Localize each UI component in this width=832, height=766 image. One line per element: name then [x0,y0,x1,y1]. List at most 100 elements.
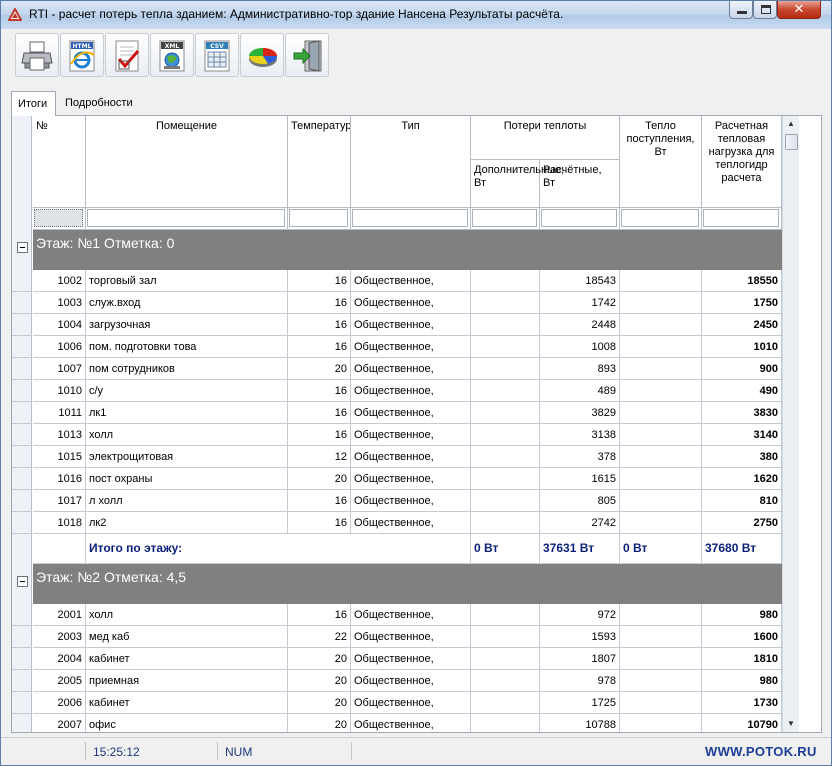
cell-type[interactable]: Общественное, [351,714,471,732]
cell-heat-gain[interactable] [620,692,702,714]
cell-calculated[interactable]: 489 [540,380,620,402]
filter-input-design-load[interactable] [703,209,779,227]
filter-input-calculated[interactable] [541,209,617,227]
cell-calculated[interactable]: 972 [540,604,620,626]
cell-design-load[interactable]: 18550 [702,270,782,292]
cell-additional[interactable] [471,648,540,670]
cell-room[interactable]: электрощитовая [86,446,288,468]
cell-type[interactable]: Общественное, [351,648,471,670]
cell-additional[interactable] [471,512,540,534]
checklist-button[interactable] [105,33,149,77]
cell-temp[interactable]: 16 [288,424,351,446]
filter-input-heat-gain[interactable] [621,209,699,227]
cell-room[interactable]: мед каб [86,626,288,648]
cell-additional[interactable] [471,604,540,626]
cell-type[interactable]: Общественное, [351,314,471,336]
cell-temp[interactable]: 16 [288,336,351,358]
cell-type[interactable]: Общественное, [351,692,471,714]
filter-cell-additional[interactable] [471,208,540,230]
maximize-button[interactable] [753,1,777,19]
exit-button[interactable] [285,33,329,77]
cell-temp[interactable]: 22 [288,626,351,648]
cell-type[interactable]: Общественное, [351,292,471,314]
cell-heat-gain[interactable] [620,604,702,626]
collapse-minus-icon[interactable] [17,242,28,253]
cell-type[interactable]: Общественное, [351,446,471,468]
cell-room[interactable]: лк2 [86,512,288,534]
cell-temp[interactable]: 20 [288,468,351,490]
cell-heat-gain[interactable] [620,648,702,670]
cell-heat-gain[interactable] [620,336,702,358]
col-header-heat-gain[interactable]: Тепло поступления, Вт [620,116,702,208]
status-website-link[interactable]: WWW.POTOK.RU [705,744,817,759]
vertical-scrollbar[interactable]: ▲ ▼ [782,116,799,732]
cell-room[interactable]: л холл [86,490,288,512]
filter-cell-num[interactable] [33,208,86,230]
cell-room[interactable]: пост охраны [86,468,288,490]
cell-num[interactable]: 2007 [33,714,86,732]
cell-num[interactable]: 1013 [33,424,86,446]
cell-additional[interactable] [471,314,540,336]
col-header-type[interactable]: Тип [351,116,471,208]
cell-design-load[interactable]: 380 [702,446,782,468]
cell-calculated[interactable]: 1615 [540,468,620,490]
cell-calculated[interactable]: 1807 [540,648,620,670]
cell-type[interactable]: Общественное, [351,336,471,358]
cell-calculated[interactable]: 893 [540,358,620,380]
cell-room[interactable]: холл [86,604,288,626]
cell-calculated[interactable]: 3138 [540,424,620,446]
cell-design-load[interactable]: 490 [702,380,782,402]
cell-room[interactable]: офис [86,714,288,732]
cell-type[interactable]: Общественное, [351,402,471,424]
cell-calculated[interactable]: 1593 [540,626,620,648]
cell-room[interactable]: приемная [86,670,288,692]
scroll-thumb[interactable] [785,134,798,150]
cell-design-load[interactable]: 1750 [702,292,782,314]
cell-design-load[interactable]: 1010 [702,336,782,358]
cell-design-load[interactable]: 2450 [702,314,782,336]
scroll-down-icon[interactable]: ▼ [785,718,797,730]
cell-additional[interactable] [471,380,540,402]
collapse-minus-icon[interactable] [17,576,28,587]
cell-temp[interactable]: 12 [288,446,351,468]
cell-type[interactable]: Общественное, [351,512,471,534]
col-header-losses-group[interactable]: Потери теплоты [471,116,620,160]
cell-num[interactable]: 2001 [33,604,86,626]
cell-design-load[interactable]: 1600 [702,626,782,648]
cell-calculated[interactable]: 378 [540,446,620,468]
cell-type[interactable]: Общественное, [351,626,471,648]
cell-design-load[interactable]: 2750 [702,512,782,534]
cell-num[interactable]: 1015 [33,446,86,468]
cell-room[interactable]: служ.вход [86,292,288,314]
cell-design-load[interactable]: 1730 [702,692,782,714]
cell-additional[interactable] [471,714,540,732]
cell-additional[interactable] [471,292,540,314]
cell-room[interactable]: с/у [86,380,288,402]
filter-input-temp[interactable] [289,209,348,227]
filter-input-additional[interactable] [472,209,537,227]
cell-design-load[interactable]: 900 [702,358,782,380]
cell-temp[interactable]: 20 [288,648,351,670]
cell-type[interactable]: Общественное, [351,358,471,380]
cell-heat-gain[interactable] [620,670,702,692]
cell-num[interactable]: 1004 [33,314,86,336]
cell-temp[interactable]: 20 [288,714,351,732]
print-button[interactable] [15,33,59,77]
cell-num[interactable]: 1017 [33,490,86,512]
cell-temp[interactable]: 16 [288,402,351,424]
cell-type[interactable]: Общественное, [351,270,471,292]
cell-num[interactable]: 1011 [33,402,86,424]
cell-calculated[interactable]: 978 [540,670,620,692]
close-button[interactable]: ✕ [777,1,821,19]
cell-design-load[interactable]: 3140 [702,424,782,446]
cell-num[interactable]: 1006 [33,336,86,358]
cell-design-load[interactable]: 980 [702,670,782,692]
cell-design-load[interactable]: 3830 [702,402,782,424]
cell-heat-gain[interactable] [620,446,702,468]
filter-cell-type[interactable] [351,208,471,230]
cell-additional[interactable] [471,358,540,380]
cell-additional[interactable] [471,670,540,692]
export-html-button[interactable]: HTML [60,33,104,77]
floor-group-header[interactable]: Этаж: №1 Отметка: 0 [33,230,782,270]
scroll-up-icon[interactable]: ▲ [785,118,797,130]
